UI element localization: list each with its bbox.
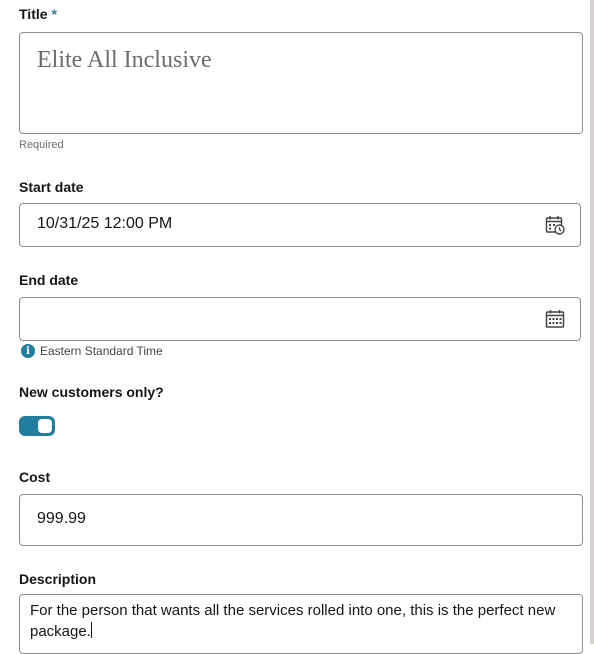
cost-label: Cost bbox=[19, 469, 51, 485]
end-date-label: End date bbox=[19, 272, 79, 288]
timezone-text: Eastern Standard Time bbox=[40, 344, 163, 358]
title-helper-text: Required bbox=[19, 139, 64, 151]
scroll-edge bbox=[590, 0, 594, 644]
end-date-input[interactable] bbox=[19, 297, 581, 341]
description-textarea[interactable]: For the person that wants all the servic… bbox=[19, 594, 583, 654]
start-date-input[interactable]: 10/31/25 12:00 PM bbox=[19, 203, 581, 247]
required-asterisk: * bbox=[51, 6, 57, 22]
info-icon: i bbox=[21, 344, 35, 358]
text-cursor bbox=[90, 622, 92, 638]
cost-value: 999.99 bbox=[37, 510, 86, 527]
toggle-knob bbox=[38, 419, 52, 433]
title-label-text: Title bbox=[19, 6, 48, 22]
description-label: Description bbox=[19, 571, 97, 587]
description-text: For the person that wants all the servic… bbox=[30, 602, 556, 640]
title-input-value: Elite All Inclusive bbox=[37, 47, 212, 73]
new-customers-label: New customers only? bbox=[19, 384, 164, 400]
new-customers-toggle[interactable] bbox=[19, 416, 55, 436]
timezone-note: i Eastern Standard Time bbox=[21, 344, 163, 358]
start-date-label: Start date bbox=[19, 179, 84, 195]
start-date-value: 10/31/25 12:00 PM bbox=[37, 215, 173, 232]
title-label: Title * bbox=[19, 6, 57, 22]
cost-input[interactable]: 999.99 bbox=[19, 494, 583, 546]
title-input[interactable]: Elite All Inclusive bbox=[19, 32, 583, 134]
calendar-clock-icon[interactable] bbox=[545, 215, 565, 235]
description-value: For the person that wants all the servic… bbox=[30, 600, 578, 642]
calendar-icon[interactable] bbox=[545, 309, 565, 329]
